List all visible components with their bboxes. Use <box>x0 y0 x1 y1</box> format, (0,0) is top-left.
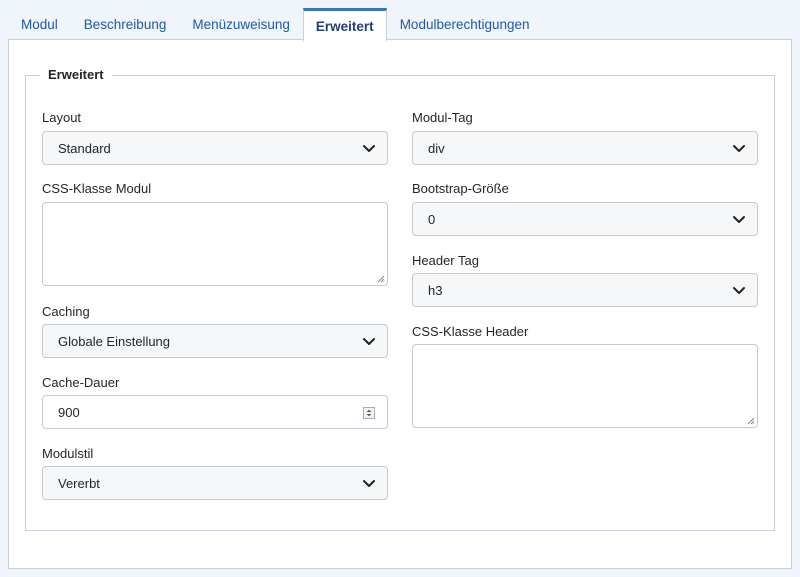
caching-value: Globale Einstellung <box>58 333 171 349</box>
tab-menuezuweisung[interactable]: Menüzuweisung <box>179 8 303 40</box>
tab-modulberechtigungen[interactable]: Modulberechtigungen <box>387 8 543 40</box>
chevron-down-icon <box>363 480 375 487</box>
advanced-fieldset: Erweitert Layout Standard CSS-Klasse Mod… <box>25 67 775 531</box>
css-class-header-textarea[interactable] <box>412 344 758 428</box>
module-tag-value: div <box>428 140 445 156</box>
chevron-down-icon <box>733 145 745 152</box>
bootstrap-size-label: Bootstrap-Größe <box>412 181 509 196</box>
module-tag-select[interactable]: div <box>412 131 758 165</box>
tab-erweitert[interactable]: Erweitert <box>302 8 387 41</box>
tab-panel: Erweitert Layout Standard CSS-Klasse Mod… <box>8 39 792 569</box>
css-class-module-textarea[interactable] <box>42 202 388 286</box>
resize-grip-icon[interactable] <box>747 417 755 425</box>
tab-bar: Modul Beschreibung Menüzuweisung Erweite… <box>8 8 543 41</box>
bootstrap-size-select[interactable]: 0 <box>412 202 758 236</box>
chevron-down-icon <box>363 338 375 345</box>
tab-beschreibung[interactable]: Beschreibung <box>71 8 180 40</box>
resize-grip-icon[interactable] <box>377 275 385 283</box>
caching-label: Caching <box>42 304 90 319</box>
cache-duration-value: 900 <box>58 404 80 420</box>
css-class-header-label: CSS-Klasse Header <box>412 324 529 339</box>
module-style-select[interactable]: Vererbt <box>42 466 388 500</box>
module-style-label: Modulstil <box>42 446 94 461</box>
header-tag-label: Header Tag <box>412 253 479 268</box>
layout-value: Standard <box>58 140 111 156</box>
css-class-module-label: CSS-Klasse Modul <box>42 181 152 196</box>
layout-select[interactable]: Standard <box>42 131 388 165</box>
chevron-down-icon <box>363 145 375 152</box>
caching-select[interactable]: Globale Einstellung <box>42 324 388 358</box>
header-tag-select[interactable]: h3 <box>412 273 758 307</box>
cache-duration-label: Cache-Dauer <box>42 375 120 390</box>
module-style-value: Vererbt <box>58 475 100 491</box>
layout-label: Layout <box>42 110 82 125</box>
fieldset-legend: Erweitert <box>40 67 112 82</box>
chevron-down-icon <box>733 216 745 223</box>
cache-duration-input[interactable]: 900 <box>42 395 388 429</box>
spinner-icon[interactable] <box>363 407 375 419</box>
module-tag-label: Modul-Tag <box>412 110 473 125</box>
bootstrap-size-value: 0 <box>428 211 436 227</box>
tab-modul[interactable]: Modul <box>8 8 71 40</box>
header-tag-value: h3 <box>428 282 443 298</box>
chevron-down-icon <box>733 287 745 294</box>
